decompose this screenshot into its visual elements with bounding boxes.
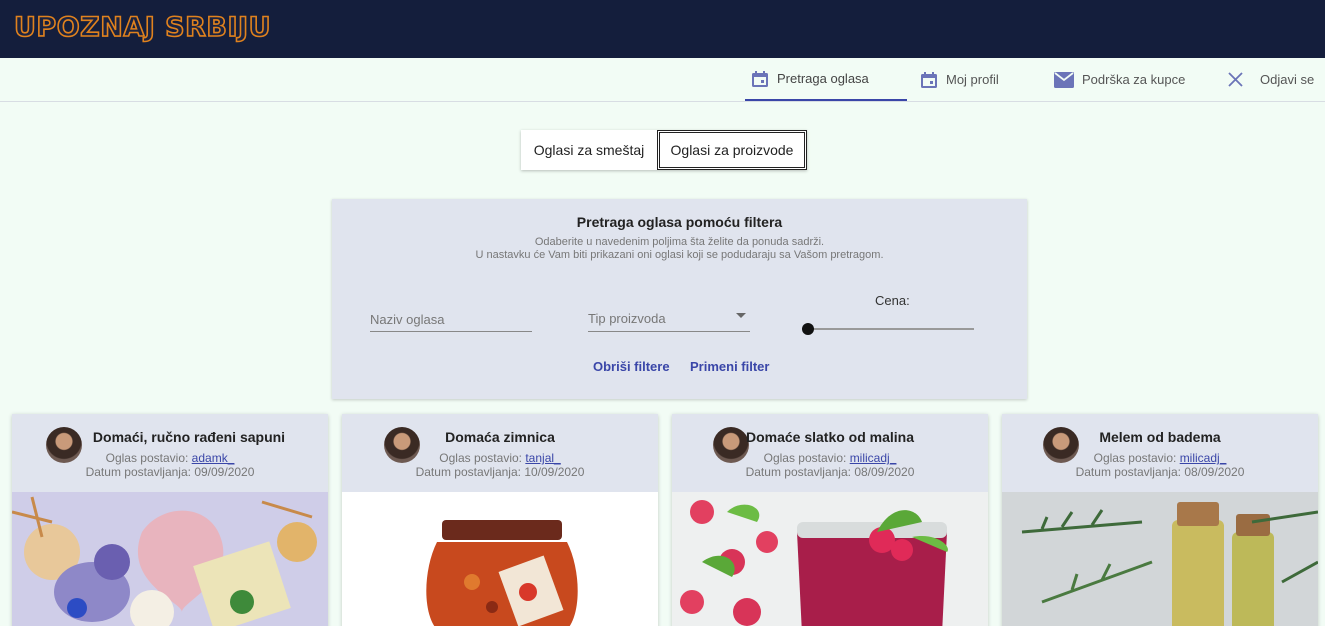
date-label: Datum postavljanja: bbox=[1075, 465, 1181, 479]
card-posted-by: Oglas postavio: adamk_ bbox=[12, 451, 328, 465]
posted-by-label: Oglas postavio: bbox=[105, 451, 189, 465]
card-header: Domaća zimnica Oglas postavio: tanjal_ D… bbox=[342, 414, 658, 492]
ad-name-placeholder: Naziv oglasa bbox=[370, 312, 445, 327]
filter-subtitle-2: U nastavku će Vam biti prikazani oni ogl… bbox=[475, 249, 884, 261]
nav-label-support: Podrška za kupce bbox=[1082, 72, 1186, 87]
soap-photo bbox=[12, 492, 328, 626]
user-link[interactable]: tanjal_ bbox=[525, 451, 560, 465]
date-value: 08/09/2020 bbox=[1184, 465, 1245, 479]
nav-item-logout[interactable]: Odjavi se bbox=[1228, 58, 1314, 101]
logo[interactable]: UPOZNAJ SRBIJU bbox=[13, 11, 271, 44]
date-value: 08/09/2020 bbox=[854, 465, 915, 479]
filter-panel: Pretraga oglasa pomoću filtera Odaberite… bbox=[332, 199, 1027, 399]
user-link[interactable]: milicadj_ bbox=[850, 451, 897, 465]
ad-name-input[interactable]: Naziv oglasa bbox=[370, 307, 532, 332]
clear-filters-button[interactable]: Obriši filtere bbox=[593, 359, 670, 374]
nav-item-support[interactable]: Podrška za kupce bbox=[1054, 58, 1185, 101]
ad-card[interactable]: Domaći, ručno rađeni sapuni Oglas postav… bbox=[12, 414, 328, 626]
ad-type-toggle: Oglasi za smeštaj Oglasi za proizvode bbox=[521, 130, 807, 170]
apply-filter-button[interactable]: Primeni filter bbox=[690, 359, 769, 374]
date-label: Datum postavljanja: bbox=[85, 465, 191, 479]
posted-by-label: Oglas postavio: bbox=[763, 451, 847, 465]
user-link[interactable]: adamk_ bbox=[192, 451, 235, 465]
nav-label-search-ads: Pretraga oglasa bbox=[777, 71, 869, 86]
close-icon bbox=[1228, 72, 1243, 87]
raspberry-jam-photo bbox=[672, 492, 988, 626]
price-label: Cena: bbox=[875, 293, 910, 308]
toggle-product-ads[interactable]: Oglasi za proizvode bbox=[657, 130, 807, 170]
toggle-accommodation-ads[interactable]: Oglasi za smeštaj bbox=[521, 130, 657, 170]
product-type-placeholder: Tip proizvoda bbox=[588, 311, 666, 326]
product-type-select[interactable]: Tip proizvoda bbox=[588, 307, 750, 332]
card-header: Domaće slatko od malina Oglas postavio: … bbox=[672, 414, 988, 492]
top-bar: UPOZNAJ SRBIJU bbox=[0, 0, 1325, 58]
ad-card[interactable]: Melem od badema Oglas postavio: milicadj… bbox=[1002, 414, 1318, 626]
price-slider-thumb[interactable] bbox=[802, 323, 814, 335]
nav-item-search-ads[interactable]: Pretraga oglasa bbox=[745, 58, 907, 101]
posted-by-label: Oglas postavio: bbox=[439, 451, 522, 465]
nav-label-logout: Odjavi se bbox=[1260, 72, 1315, 87]
nav-bar: Pretraga oglasa Moj profil Podrška za ku… bbox=[0, 58, 1325, 102]
card-date: Datum postavljanja: 10/09/2020 bbox=[342, 465, 658, 479]
card-date: Datum postavljanja: 08/09/2020 bbox=[1002, 465, 1318, 479]
card-date: Datum postavljanja: 09/09/2020 bbox=[12, 465, 328, 479]
filter-title: Pretraga oglasa pomoću filtera bbox=[576, 214, 783, 230]
nav-item-my-profile[interactable]: Moj profil bbox=[920, 58, 999, 101]
card-posted-by: Oglas postavio: tanjal_ bbox=[342, 451, 658, 465]
chevron-down-icon bbox=[736, 313, 746, 318]
card-header: Domaći, ručno rađeni sapuni Oglas postav… bbox=[12, 414, 328, 492]
ad-card[interactable]: Domaće slatko od malina Oglas postavio: … bbox=[672, 414, 988, 626]
price-slider[interactable] bbox=[808, 328, 974, 330]
card-header: Melem od badema Oglas postavio: milicadj… bbox=[1002, 414, 1318, 492]
almond-balm-photo bbox=[1002, 492, 1318, 626]
card-posted-by: Oglas postavio: milicadj_ bbox=[672, 451, 988, 465]
card-date: Datum postavljanja: 08/09/2020 bbox=[672, 465, 988, 479]
calendar-icon bbox=[921, 71, 937, 88]
card-title: Melem od badema bbox=[1099, 429, 1221, 445]
card-title: Domaće slatko od malina bbox=[745, 429, 915, 445]
date-value: 10/09/2020 bbox=[524, 465, 585, 479]
filter-subtitle-1: Odaberite u navedenim poljima šta želite… bbox=[534, 236, 825, 248]
posted-by-label: Oglas postavio: bbox=[1093, 451, 1177, 465]
nav-label-my-profile: Moj profil bbox=[946, 72, 999, 87]
date-label: Datum postavljanja: bbox=[745, 465, 851, 479]
ad-card[interactable]: Domaća zimnica Oglas postavio: tanjal_ D… bbox=[342, 414, 658, 626]
calendar-icon bbox=[752, 70, 768, 87]
date-value: 09/09/2020 bbox=[194, 465, 255, 479]
mail-icon bbox=[1054, 71, 1074, 88]
user-link[interactable]: milicadj_ bbox=[1180, 451, 1227, 465]
card-title: Domaća zimnica bbox=[445, 429, 555, 445]
jar-photo bbox=[342, 492, 658, 626]
card-title: Domaći, ručno rađeni sapuni bbox=[92, 429, 286, 445]
card-posted-by: Oglas postavio: milicadj_ bbox=[1002, 451, 1318, 465]
date-label: Datum postavljanja: bbox=[415, 465, 521, 479]
